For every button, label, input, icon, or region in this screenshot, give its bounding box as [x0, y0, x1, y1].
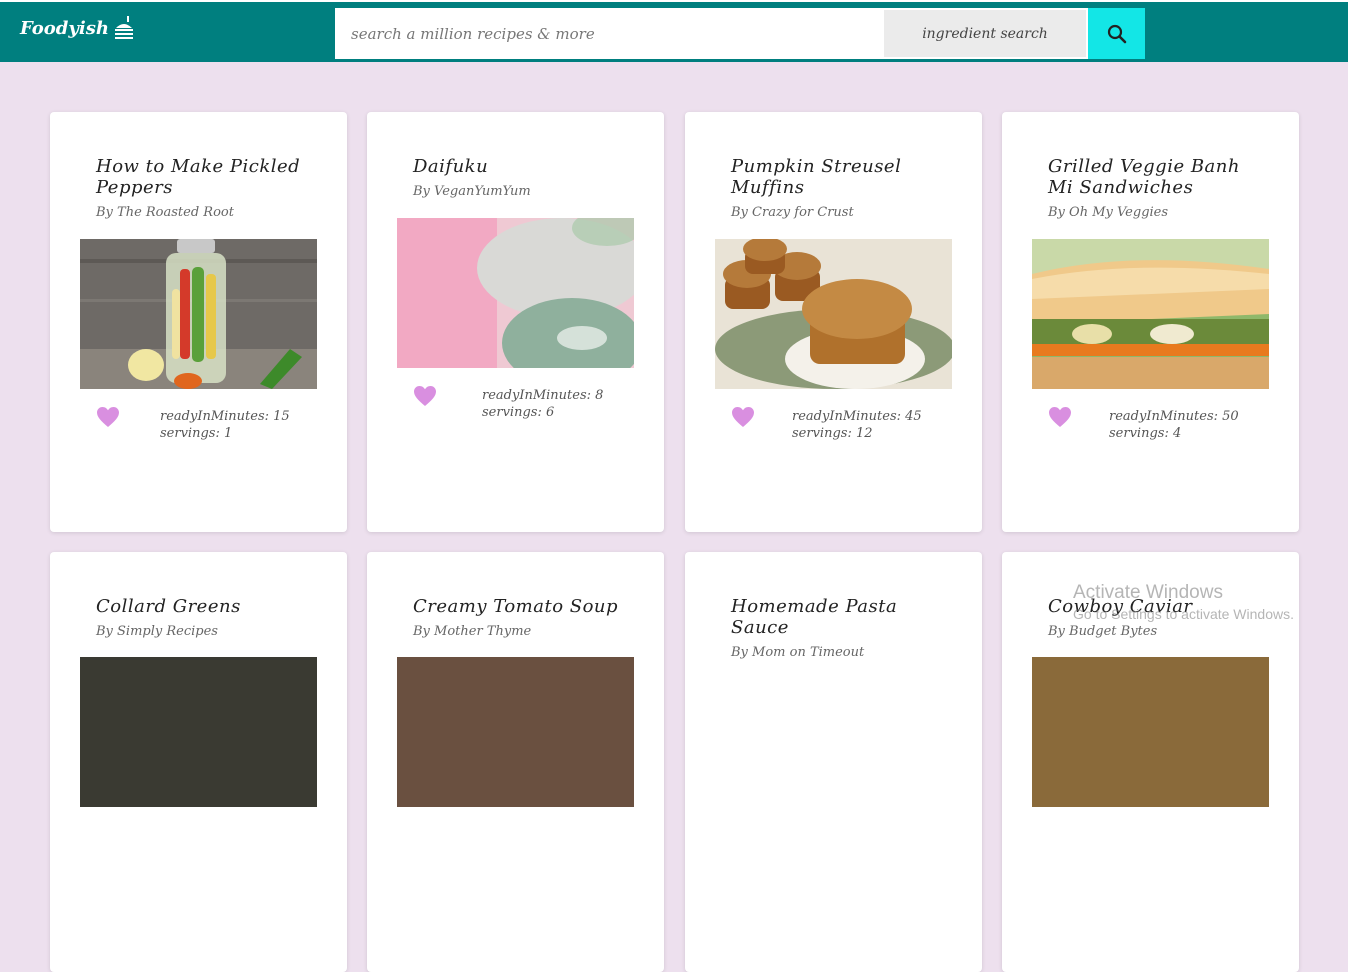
- food-tray-icon: [114, 16, 133, 39]
- recipe-author: By Mother Thyme: [413, 624, 532, 639]
- logo-text: Foodyish: [20, 17, 109, 39]
- recipe-meta: readyInMinutes: 50 servings: 4: [1109, 408, 1239, 442]
- ready-in-minutes: readyInMinutes: 8: [482, 388, 604, 403]
- servings: servings: 4: [1109, 426, 1182, 441]
- recipe-meta: readyInMinutes: 8 servings: 6: [482, 387, 603, 421]
- recipe-author: By Oh My Veggies: [1048, 205, 1169, 220]
- watermark-title: Activate Windows: [1073, 582, 1223, 603]
- search-icon: [1107, 24, 1126, 43]
- recipe-card[interactable]: How to Make Pickled Peppers By The Roast…: [50, 112, 347, 532]
- recipe-meta: readyInMinutes: 15 servings: 1: [160, 408, 290, 442]
- ready-in-minutes: readyInMinutes: 45: [792, 409, 922, 424]
- recipe-meta: readyInMinutes: 45 servings: 12: [792, 408, 922, 442]
- logo[interactable]: Foodyish: [20, 16, 135, 40]
- recipe-image[interactable]: [80, 239, 317, 389]
- heart-icon[interactable]: [731, 406, 755, 428]
- servings: servings: 12: [792, 426, 873, 441]
- recipe-title[interactable]: Creamy Tomato Soup: [413, 596, 633, 617]
- recipe-image[interactable]: [397, 218, 634, 368]
- ready-in-minutes: readyInMinutes: 15: [160, 409, 290, 424]
- recipe-author: By Budget Bytes: [1048, 624, 1158, 639]
- top-bar: Foodyish ingredient search: [0, 0, 1348, 62]
- recipe-card[interactable]: Pumpkin Streusel Muffins By Crazy for Cr…: [685, 112, 982, 532]
- recipe-title[interactable]: Collard Greens: [96, 596, 316, 617]
- recipe-author: By Simply Recipes: [96, 624, 218, 639]
- servings: servings: 6: [482, 405, 555, 420]
- recipe-card[interactable]: Creamy Tomato Soup By Mother Thyme: [367, 552, 664, 972]
- heart-icon[interactable]: [413, 385, 437, 407]
- recipe-author: By The Roasted Root: [96, 205, 234, 220]
- windows-activation-watermark: Activate Windows Go to Settings to activ…: [1073, 582, 1294, 622]
- recipe-title[interactable]: Grilled Veggie Banh Mi Sandwiches: [1048, 156, 1268, 198]
- recipe-title[interactable]: How to Make Pickled Peppers: [96, 156, 316, 198]
- recipe-image[interactable]: [1032, 657, 1269, 807]
- recipe-image[interactable]: [80, 657, 317, 807]
- recipe-card[interactable]: Homemade Pasta Sauce By Mom on Timeout: [685, 552, 982, 972]
- search-box: ingredient search: [335, 8, 1145, 59]
- search-button[interactable]: [1088, 8, 1145, 59]
- recipe-card[interactable]: Collard Greens By Simply Recipes: [50, 552, 347, 972]
- recipe-card[interactable]: Daifuku By VeganYumYum readyInMinutes: 8…: [367, 112, 664, 532]
- recipe-author: By Crazy for Crust: [731, 205, 854, 220]
- recipe-author: By Mom on Timeout: [731, 645, 865, 660]
- recipe-title[interactable]: Homemade Pasta Sauce: [731, 596, 951, 638]
- recipe-image[interactable]: [715, 239, 952, 389]
- recipe-title[interactable]: Pumpkin Streusel Muffins: [731, 156, 951, 198]
- heart-icon[interactable]: [96, 406, 120, 428]
- recipe-author: By VeganYumYum: [413, 184, 531, 199]
- servings: servings: 1: [160, 426, 233, 441]
- search-input[interactable]: [335, 8, 883, 59]
- ingredient-search-button[interactable]: ingredient search: [884, 10, 1086, 57]
- watermark-subtitle: Go to Settings to activate Windows.: [1073, 606, 1294, 622]
- recipe-card[interactable]: Grilled Veggie Banh Mi Sandwiches By Oh …: [1002, 112, 1299, 532]
- recipe-image[interactable]: [1032, 239, 1269, 389]
- heart-icon[interactable]: [1048, 406, 1072, 428]
- recipe-title[interactable]: Daifuku: [413, 156, 633, 177]
- recipe-image[interactable]: [397, 657, 634, 807]
- ready-in-minutes: readyInMinutes: 50: [1109, 409, 1239, 424]
